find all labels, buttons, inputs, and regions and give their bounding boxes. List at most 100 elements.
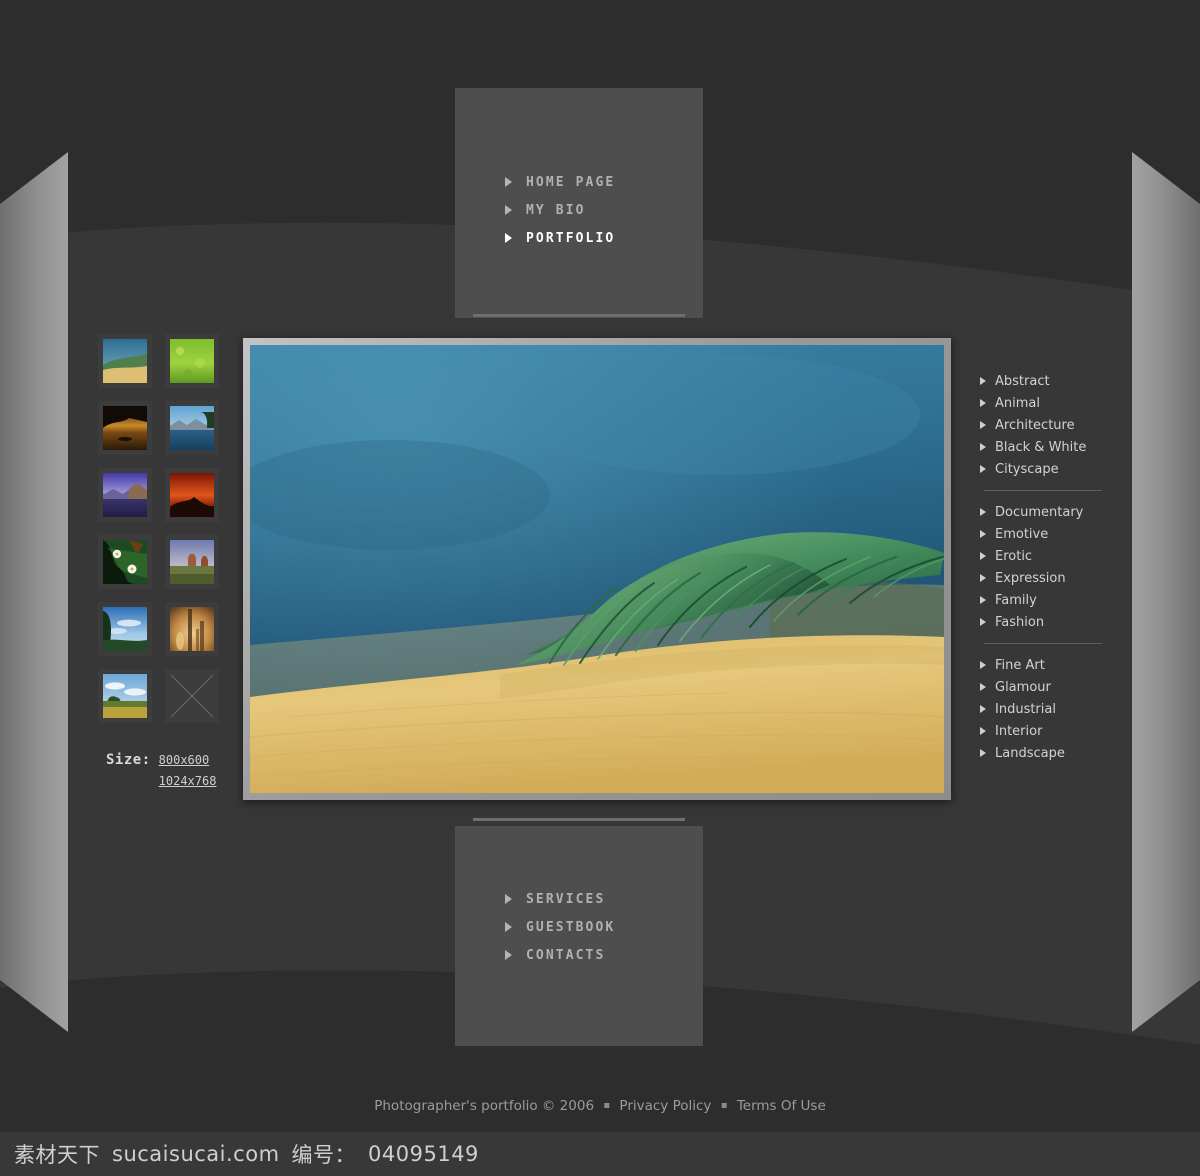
nav-label: SERVICES (526, 891, 606, 907)
category-label: Fine Art (995, 657, 1045, 673)
chevron-right-icon (980, 618, 986, 626)
thumbnail-grid (98, 334, 219, 723)
right-wall-panel (1132, 152, 1200, 1032)
category-group-3: Fine Art Glamour Industrial Interior Lan… (980, 654, 1130, 764)
chevron-right-icon (980, 596, 986, 604)
category-label: Animal (995, 395, 1040, 411)
nav-item-portfolio[interactable]: PORTFOLIO (505, 224, 615, 252)
category-item-animal[interactable]: Animal (980, 392, 1130, 414)
category-label: Family (995, 592, 1037, 608)
size-options: 800x600 1024x768 (159, 750, 217, 792)
category-label: Cityscape (995, 461, 1059, 477)
top-panel-divider (473, 314, 685, 317)
main-photo (250, 345, 944, 793)
watermark-site-name-cn: 素材天下 (14, 1143, 100, 1167)
chevron-right-icon (980, 377, 986, 385)
thumbnail-empty-slot[interactable] (165, 669, 219, 723)
size-option-800x600[interactable]: 800x600 (159, 750, 217, 771)
watermark-bar: 素材天下 sucaisucai.com 编号： 04095149 (0, 1132, 1200, 1176)
nav-label: MY BIO (526, 202, 586, 218)
footer-separator: ▪ (603, 1100, 611, 1111)
thumbnail-wheat-field-clouds[interactable] (98, 669, 152, 723)
category-label: Black & White (995, 439, 1087, 455)
watermark-id-value: 04095149 (368, 1142, 479, 1166)
category-item-architecture[interactable]: Architecture (980, 414, 1130, 436)
triangle-right-icon (505, 177, 512, 187)
chevron-right-icon (980, 661, 986, 669)
chevron-right-icon (980, 421, 986, 429)
thumbnail-green-meadow[interactable] (165, 334, 219, 388)
category-label: Glamour (995, 679, 1051, 695)
main-photo-frame[interactable] (243, 338, 951, 800)
thumbnail-white-flowers-foliage[interactable] (98, 535, 152, 589)
triangle-right-icon (505, 950, 512, 960)
thumbnail-sunset-lake-silhouette[interactable] (98, 401, 152, 455)
chevron-right-icon (980, 465, 986, 473)
chevron-right-icon (980, 574, 986, 582)
chevron-right-icon (980, 727, 986, 735)
chevron-right-icon (980, 399, 986, 407)
footer: Photographer's portfolio © 2006 ▪ Privac… (0, 1098, 1200, 1114)
nav-item-services[interactable]: SERVICES (505, 885, 615, 913)
category-item-industrial[interactable]: Industrial (980, 698, 1130, 720)
footer-separator: ▪ (720, 1100, 728, 1111)
category-item-fine-art[interactable]: Fine Art (980, 654, 1130, 676)
category-item-abstract[interactable]: Abstract (980, 370, 1130, 392)
category-item-interior[interactable]: Interior (980, 720, 1130, 742)
category-item-family[interactable]: Family (980, 589, 1130, 611)
chevron-right-icon (980, 443, 986, 451)
category-item-landscape[interactable]: Landscape (980, 742, 1130, 764)
thumbnail-blue-river-mountains[interactable] (165, 401, 219, 455)
triangle-right-icon (505, 922, 512, 932)
image-size-selector: Size: 800x600 1024x768 (106, 750, 216, 792)
nav-item-my-bio[interactable]: MY BIO (505, 196, 615, 224)
thumbnail-blue-sky-coast[interactable] (98, 602, 152, 656)
category-group-2: Documentary Emotive Erotic Expression Fa… (980, 501, 1130, 633)
footer-link-privacy-policy[interactable]: Privacy Policy (619, 1098, 711, 1114)
category-item-documentary[interactable]: Documentary (980, 501, 1130, 523)
thumbnail-red-sunset-hills[interactable] (165, 468, 219, 522)
nav-item-guestbook[interactable]: GUESTBOOK (505, 913, 615, 941)
category-item-glamour[interactable]: Glamour (980, 676, 1130, 698)
page-root: HOME PAGE MY BIO PORTFOLIO SERVICES GUES… (0, 0, 1200, 1176)
category-label: Industrial (995, 701, 1056, 717)
nav-item-contacts[interactable]: CONTACTS (505, 941, 615, 969)
size-label: Size: (106, 752, 151, 768)
nav-label: HOME PAGE (526, 174, 616, 190)
category-separator (984, 643, 1102, 644)
category-item-black-and-white[interactable]: Black & White (980, 436, 1130, 458)
chevron-right-icon (980, 749, 986, 757)
chevron-right-icon (980, 508, 986, 516)
main-navigation-bottom: SERVICES GUESTBOOK CONTACTS (505, 885, 615, 969)
category-item-expression[interactable]: Expression (980, 567, 1130, 589)
category-item-cityscape[interactable]: Cityscape (980, 458, 1130, 480)
category-label: Documentary (995, 504, 1084, 520)
thumbnail-purple-dusk-lake[interactable] (98, 468, 152, 522)
category-item-erotic[interactable]: Erotic (980, 545, 1130, 567)
thumbnail-desert-buttes[interactable] (165, 535, 219, 589)
category-sidebar: Abstract Animal Architecture Black & Whi… (980, 370, 1130, 764)
size-option-1024x768[interactable]: 1024x768 (159, 771, 217, 792)
footer-link-terms-of-use[interactable]: Terms Of Use (737, 1098, 826, 1114)
chevron-right-icon (980, 683, 986, 691)
thumbnail-amber-cactus-dusk[interactable] (165, 602, 219, 656)
category-label: Emotive (995, 526, 1049, 542)
watermark-id-label: 编号： (291, 1143, 357, 1167)
nav-label: PORTFOLIO (526, 230, 616, 246)
category-item-emotive[interactable]: Emotive (980, 523, 1130, 545)
thumbnail-sand-dune-beach[interactable] (98, 334, 152, 388)
watermark-site-url: sucaisucai.com (112, 1142, 280, 1166)
category-separator (984, 490, 1102, 491)
footer-copyright: Photographer's portfolio © 2006 (374, 1098, 595, 1114)
category-item-fashion[interactable]: Fashion (980, 611, 1130, 633)
category-group-1: Abstract Animal Architecture Black & Whi… (980, 370, 1130, 480)
category-label: Interior (995, 723, 1043, 739)
nav-item-home-page[interactable]: HOME PAGE (505, 168, 615, 196)
category-label: Architecture (995, 417, 1075, 433)
category-label: Expression (995, 570, 1066, 586)
triangle-right-icon (505, 205, 512, 215)
triangle-right-icon (505, 233, 512, 243)
bottom-panel-divider (473, 818, 685, 821)
chevron-right-icon (980, 552, 986, 560)
chevron-right-icon (980, 530, 986, 538)
